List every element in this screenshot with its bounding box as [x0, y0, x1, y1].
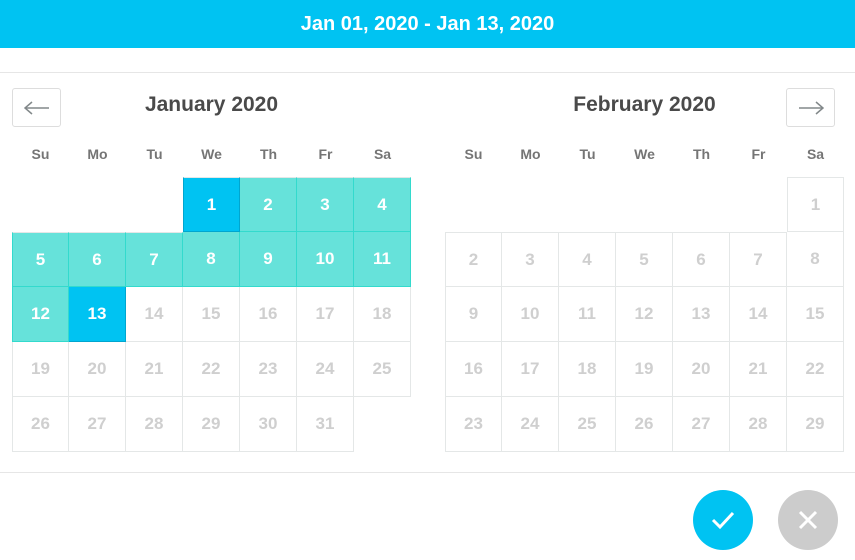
- day-cell[interactable]: 23: [445, 397, 502, 452]
- day-cell[interactable]: 21: [126, 342, 183, 397]
- day-cell[interactable]: 22: [183, 342, 240, 397]
- day-cell[interactable]: 5: [616, 232, 673, 287]
- day-cell[interactable]: 28: [730, 397, 787, 452]
- day-cell[interactable]: 3: [297, 177, 354, 232]
- day-cell[interactable]: 15: [787, 287, 844, 342]
- day-cell[interactable]: 14: [730, 287, 787, 342]
- empty-cell: [126, 177, 183, 232]
- day-cell[interactable]: 17: [297, 287, 354, 342]
- day-cell[interactable]: 27: [673, 397, 730, 452]
- day-cell[interactable]: 5: [12, 232, 69, 287]
- day-cell[interactable]: 16: [240, 287, 297, 342]
- empty-cell: [673, 177, 730, 232]
- cancel-button[interactable]: [778, 490, 838, 550]
- day-cell[interactable]: 27: [69, 397, 126, 452]
- weekday-label: Su: [464, 146, 483, 162]
- day-cell[interactable]: 12: [616, 287, 673, 342]
- day-cell[interactable]: 18: [354, 287, 411, 342]
- bottom-divider: [0, 472, 855, 473]
- day-cell[interactable]: 9: [445, 287, 502, 342]
- day-cell[interactable]: 3: [502, 232, 559, 287]
- empty-cell: [559, 177, 616, 232]
- day-cell[interactable]: 29: [183, 397, 240, 452]
- day-cell[interactable]: 20: [69, 342, 126, 397]
- day-grid: 1 2 3 4 5 6 7 8 9 10 11 12 13 14 15 16 17 18 19 20 21 22 23 24 2…: [12, 177, 411, 452]
- day-cell[interactable]: 25: [559, 397, 616, 452]
- day-cell[interactable]: 13: [673, 287, 730, 342]
- weekday-label: We: [201, 146, 222, 162]
- day-cell[interactable]: 2: [445, 232, 502, 287]
- empty-cell: [69, 177, 126, 232]
- day-cell[interactable]: 18: [559, 342, 616, 397]
- check-icon: [711, 511, 735, 530]
- day-cell[interactable]: 29: [787, 397, 844, 452]
- empty-cell: [502, 177, 559, 232]
- day-cell[interactable]: 4: [354, 177, 411, 232]
- day-cell[interactable]: 19: [12, 342, 69, 397]
- weekday-label: Sa: [373, 146, 392, 162]
- weekday-label: Fr: [318, 146, 333, 162]
- confirm-button[interactable]: [693, 490, 753, 550]
- day-cell[interactable]: 25: [354, 342, 411, 397]
- day-cell[interactable]: 31: [297, 397, 354, 452]
- day-cell[interactable]: 6: [673, 232, 730, 287]
- day-cell[interactable]: 21: [730, 342, 787, 397]
- day-cell[interactable]: 1: [183, 177, 240, 232]
- day-cell[interactable]: 22: [787, 342, 844, 397]
- day-cell[interactable]: 4: [559, 232, 616, 287]
- day-cell[interactable]: 1: [787, 177, 844, 232]
- empty-cell: [730, 177, 787, 232]
- date-range-header: Jan 01, 2020 - Jan 13, 2020: [0, 0, 855, 48]
- empty-cell: [616, 177, 673, 232]
- month-title: January 2020: [144, 93, 279, 116]
- day-cell[interactable]: 17: [502, 342, 559, 397]
- weekday-header: Su Mo Tu We Th Fr Sa: [12, 146, 411, 166]
- day-cell[interactable]: 8: [787, 232, 844, 287]
- weekday-label: Sa: [806, 146, 825, 162]
- day-cell[interactable]: 14: [126, 287, 183, 342]
- day-cell[interactable]: 19: [616, 342, 673, 397]
- day-cell[interactable]: 24: [297, 342, 354, 397]
- day-grid: 1 2 3 4 5 6 7 8 9 10 11 12 13 14 15 16 17 18 19 20 21 22 23 24 2…: [445, 177, 844, 452]
- empty-cell: [12, 177, 69, 232]
- day-cell[interactable]: 11: [354, 232, 411, 287]
- weekday-label: Mo: [520, 146, 541, 162]
- day-cell[interactable]: 23: [240, 342, 297, 397]
- day-cell[interactable]: 28: [126, 397, 183, 452]
- weekday-label: Tu: [579, 146, 596, 162]
- day-cell[interactable]: 7: [730, 232, 787, 287]
- day-cell[interactable]: 10: [297, 232, 354, 287]
- day-cell[interactable]: 11: [559, 287, 616, 342]
- month-february: February 2020 Su Mo Tu We Th Fr Sa 12345…: [445, 88, 844, 452]
- month-january: January 2020 Su Mo Tu We Th Fr Sa 123456…: [12, 88, 411, 452]
- weekday-label: Tu: [146, 146, 163, 162]
- day-cell[interactable]: 9: [240, 232, 297, 287]
- day-cell[interactable]: 8: [183, 232, 240, 287]
- day-cell[interactable]: 26: [616, 397, 673, 452]
- weekday-label: Th: [692, 146, 711, 162]
- day-cell[interactable]: 2: [240, 177, 297, 232]
- empty-cell: [445, 177, 502, 232]
- selected-range-text: Jan 01, 2020 - Jan 13, 2020: [300, 12, 555, 35]
- weekday-header: Su Mo Tu We Th Fr Sa: [445, 146, 844, 166]
- day-cell[interactable]: 26: [12, 397, 69, 452]
- day-cell[interactable]: 24: [502, 397, 559, 452]
- close-icon: [798, 510, 818, 530]
- day-cell[interactable]: 20: [673, 342, 730, 397]
- day-cell[interactable]: 12: [12, 287, 69, 342]
- top-divider: [0, 72, 855, 73]
- day-cell[interactable]: 30: [240, 397, 297, 452]
- day-cell[interactable]: 15: [183, 287, 240, 342]
- day-cell[interactable]: 16: [445, 342, 502, 397]
- day-cell[interactable]: 13: [69, 287, 126, 342]
- weekday-label: We: [634, 146, 655, 162]
- weekday-label: Th: [259, 146, 278, 162]
- day-cell[interactable]: 6: [69, 232, 126, 287]
- weekday-label: Mo: [87, 146, 108, 162]
- weekday-label: Fr: [751, 146, 766, 162]
- day-cell[interactable]: 10: [502, 287, 559, 342]
- month-title: February 2020: [573, 93, 716, 116]
- weekday-label: Su: [31, 146, 50, 162]
- day-cell[interactable]: 7: [126, 232, 183, 287]
